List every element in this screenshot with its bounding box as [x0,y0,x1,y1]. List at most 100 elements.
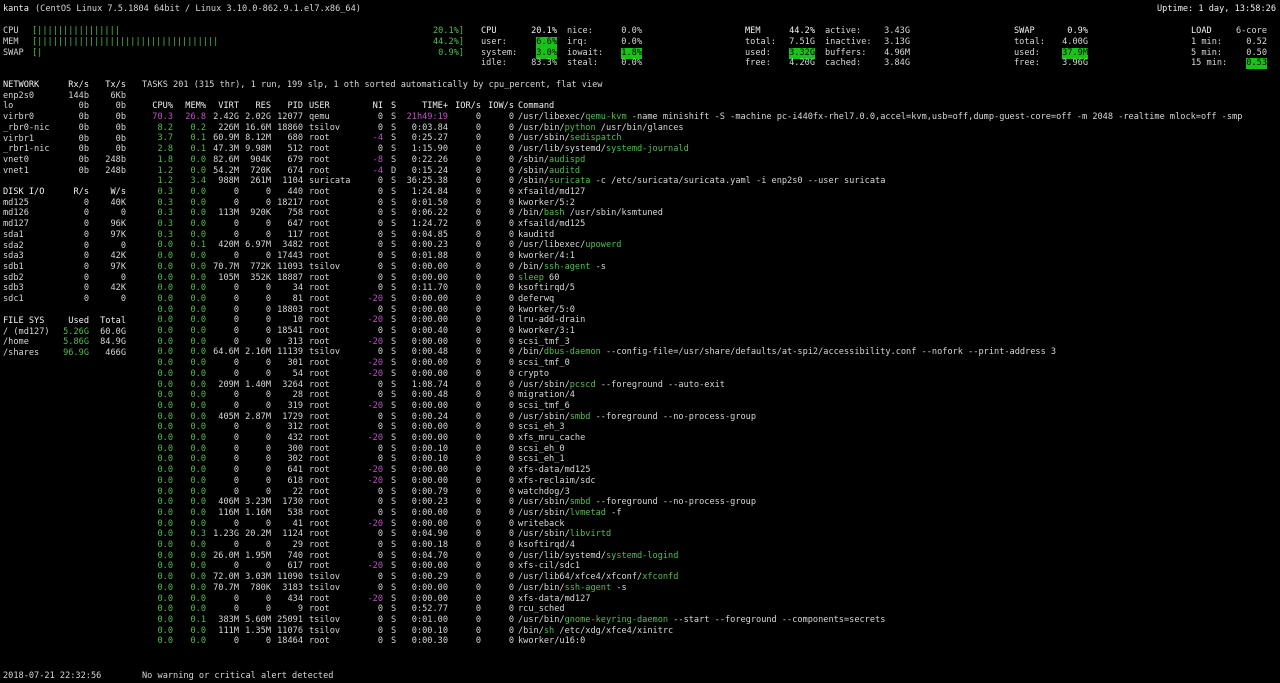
process-ni: 0 [377,176,383,187]
process-ni: 0 [377,582,383,593]
process-mem: 0.2 [190,122,206,133]
process-iow: 0 [508,465,514,476]
process-res: 1.35M [245,625,271,636]
swap-stat-value: 3.96G [1062,58,1088,68]
process-iow: 0 [508,422,514,433]
command-program: ssh-agent [543,261,591,272]
process-pid: 312 [287,422,303,433]
process-ni: 0 [377,411,383,422]
process-res: 0 [265,197,271,208]
process-cpu: 1.8 [157,154,173,165]
process-ni: -4 [372,133,383,144]
process-ni: 0 [377,261,383,272]
process-ni: 0 [377,540,383,550]
process-pid: 28 [292,390,303,401]
process-cpu: 0.0 [157,400,173,411]
command-program: auditd [549,165,581,176]
process-ior: 0 [475,219,481,229]
kernel-thread-name: kworker/5:0 [518,304,575,315]
process-ior: 0 [475,240,481,251]
process-pid: 22 [292,486,303,497]
process-mem: 0.0 [190,336,206,347]
process-ior: 0 [475,636,481,647]
process-res: 0 [265,486,271,497]
network-row-value: 0b [78,112,89,123]
process-pid: 319 [287,400,303,411]
process-cpu: 0.0 [157,368,173,379]
quicklook-swap-pct: 0.9%] [438,48,464,58]
process-res: 5.60M [245,614,271,625]
command-args: --foreground --auto-exit [595,379,725,390]
process-ior: 0 [475,186,481,197]
process-cpu: 0.0 [157,379,173,390]
process-time: 36:25.38 [406,176,448,187]
process-iow: 0 [508,304,514,315]
process-time: 1:24.84 [411,186,448,197]
process-virt: 0 [233,561,239,572]
kernel-thread-name: scsi_tmf_3 [518,336,570,347]
process-user: suricata [309,176,351,187]
process-iow: 0 [508,176,514,187]
process-iow: 0 [508,625,514,636]
process-mem: 0.0 [190,219,206,229]
process-iow: 0 [508,529,514,540]
network-row-value: 6Kb [110,90,126,101]
process-virt: 405M [218,411,239,422]
process-iow: 0 [508,572,514,583]
load-cores: 6-core [1235,26,1267,36]
process-iow: 0 [508,368,514,379]
command-program: systemd-journald [605,144,689,155]
hostname: kanta [3,4,29,14]
col-header-command: Command [518,101,555,111]
kernel-thread-name: scsi_eh_1 [518,454,565,465]
process-cpu: 0.0 [157,636,173,647]
process-command: /usr/sbin/sedispatch [518,133,622,144]
process-cpu: 0.0 [157,593,173,604]
process-res: 2.02G [245,112,271,122]
process-user: root [309,336,330,347]
process-mem: 0.0 [190,315,206,326]
process-time: 0:00.29 [411,572,448,583]
process-iow: 0 [508,486,514,497]
command-path: /usr/libexec/ [518,240,586,251]
diskio-row-value: 97K [110,229,126,240]
tasks-summary: TASKS 201 (315 thr), 1 run, 199 slp, 1 o… [142,80,603,90]
process-command: watchdog/3 [518,487,570,498]
process-ior: 0 [475,347,481,358]
process-cpu: 0.3 [157,186,173,197]
process-state: S [391,486,397,497]
process-res: 0 [265,358,271,369]
process-mem: 0.0 [190,229,206,240]
command-args: --config-file=/usr/share/defaults/at-spi… [600,347,1057,358]
process-res: 0 [265,229,271,240]
process-mem: 0.0 [190,379,206,390]
process-ior: 0 [475,358,481,369]
process-ni: -20 [367,433,383,443]
command-path: /usr/lib64/xfce4/xfconf/ [518,572,643,583]
quicklook-mem-label: MEM [3,37,19,47]
fs-row-value: 466G [105,348,126,359]
quicklook-cpu-bar: [|||||||||||||||| [32,26,120,36]
command-args: --start --foreground --components=secret… [668,614,886,625]
process-pid: 440 [287,186,303,197]
os-info: (CentOS Linux 7.5.1804 64bit / Linux 3.1… [35,4,361,14]
process-res: 0 [265,293,271,304]
process-state: S [391,561,397,572]
process-command: kworker/4:1 [518,251,575,262]
mem-stat-label: total: [745,37,777,47]
process-res: 0 [265,219,271,229]
process-iow: 0 [508,229,514,240]
process-state: S [391,251,397,262]
process-state: S [391,133,397,144]
quicklook-swap-label: SWAP [3,48,24,58]
command-path: /usr/libexec/ [518,112,586,122]
kernel-thread-name: ksoftirqd/5 [518,283,575,294]
process-pid: 41 [292,518,303,529]
process-mem: 0.0 [190,197,206,208]
process-state: S [391,122,397,133]
process-command: ksoftirqd/4 [518,540,575,551]
process-command: scsi_tmf_0 [518,358,570,369]
process-cpu: 1.2 [157,165,173,176]
process-cpu: 0.0 [157,625,173,636]
process-ior: 0 [475,572,481,583]
